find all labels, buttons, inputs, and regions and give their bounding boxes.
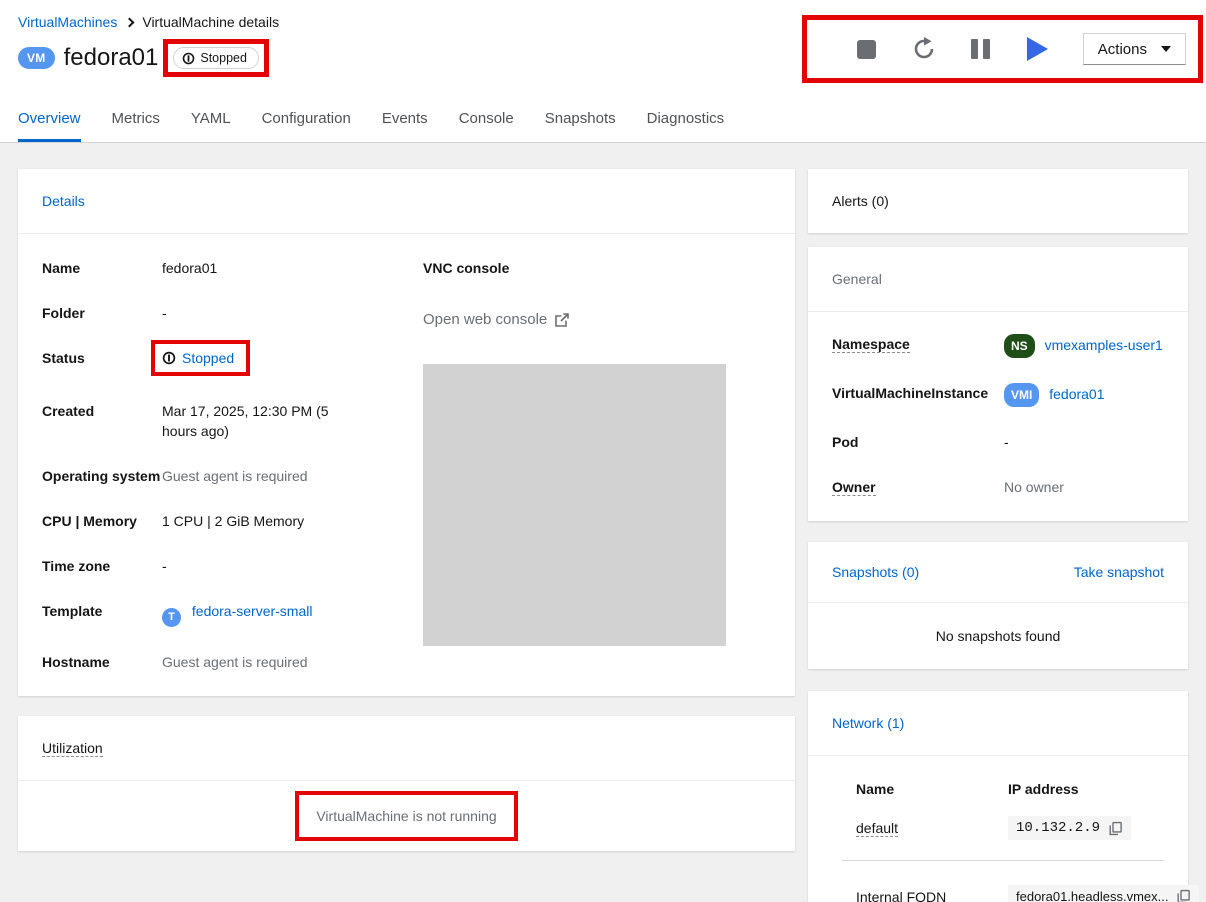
tab-console[interactable]: Console [459, 100, 514, 142]
network-card: Network (1) Name IP address default 10.1… [808, 691, 1188, 902]
general-title: General [832, 271, 882, 287]
internal-fqdn-label: Internal FQDN [856, 888, 1008, 902]
right-column: Alerts (0) General Namespace NS vmexampl… [808, 169, 1188, 902]
breadcrumb-current: VirtualMachine details [142, 14, 279, 30]
tab-overview[interactable]: Overview [18, 100, 81, 142]
owner-value: No owner [1004, 477, 1164, 497]
external-link-icon [554, 312, 570, 328]
actions-dropdown-label: Actions [1098, 41, 1147, 58]
vnc-preview-placeholder[interactable] [423, 364, 726, 646]
tab-configuration[interactable]: Configuration [262, 100, 351, 142]
off-icon [182, 52, 195, 65]
actions-dropdown-button[interactable]: Actions [1083, 33, 1186, 65]
details-list: Name fedora01 Folder - Status [42, 258, 405, 672]
vnc-console-section: VNC console Open web console [405, 258, 771, 672]
network-name-header: Name [856, 780, 1008, 798]
annotation-box-details-status: Stopped [151, 340, 250, 376]
pod-label: Pod [832, 432, 1004, 452]
namespace-badge: NS [1004, 334, 1035, 358]
restart-icon [912, 37, 936, 61]
vmi-badge: VMI [1004, 383, 1039, 407]
general-row-namespace: Namespace NS vmexamples-user1 [832, 334, 1164, 358]
vm-status-badge[interactable]: Stopped [173, 47, 259, 69]
template-badge: T [162, 608, 181, 627]
copy-icon [1108, 821, 1123, 836]
network-ip-header: IP address [1008, 780, 1079, 798]
interface-name-link[interactable]: default [856, 820, 898, 837]
detail-row-created: Created Mar 17, 2025, 12:30 PM (5 hours … [42, 401, 405, 441]
detail-row-hostname: Hostname Guest agent is required [42, 652, 405, 672]
details-status-link[interactable]: Stopped [182, 348, 234, 368]
network-table-header: Name IP address [856, 780, 1164, 798]
breadcrumb-virtualmachines-link[interactable]: VirtualMachines [18, 14, 117, 30]
copy-ip-button[interactable] [1108, 821, 1123, 836]
stop-icon [857, 40, 876, 59]
restart-vm-button[interactable] [912, 36, 936, 62]
detail-row-template: Template T fedora-server-small [42, 601, 405, 627]
detail-row-status: Status Stopped [42, 348, 405, 376]
detail-row-cpu-memory: CPU | Memory 1 CPU | 2 GiB Memory [42, 511, 405, 531]
divider [842, 860, 1164, 861]
owner-label[interactable]: Owner [832, 479, 876, 496]
pause-vm-button[interactable] [969, 36, 993, 62]
pod-value: - [1004, 432, 1164, 452]
utilization-title[interactable]: Utilization [42, 740, 103, 757]
network-interface-row: default 10.132.2.9 [856, 816, 1164, 840]
chevron-down-icon [1161, 46, 1171, 52]
take-snapshot-link[interactable]: Take snapshot [1074, 564, 1164, 580]
tab-diagnostics[interactable]: Diagnostics [647, 100, 725, 142]
detail-row-os: Operating system Guest agent is required [42, 466, 405, 486]
detail-row-timezone: Time zone - [42, 556, 405, 576]
utilization-card: Utilization VirtualMachine is not runnin… [18, 716, 795, 851]
annotation-box-not-running: VirtualMachine is not running [295, 791, 517, 841]
overview-content: Details Name fedora01 Folder - Status [0, 143, 1206, 902]
details-title-link[interactable]: Details [42, 193, 85, 209]
copy-fqdn-button[interactable] [1176, 889, 1191, 902]
open-web-console-link[interactable]: Open web console [423, 311, 570, 328]
alerts-title[interactable]: Alerts (0) [832, 193, 889, 209]
left-column: Details Name fedora01 Folder - Status [18, 169, 795, 851]
start-vm-button[interactable] [1026, 36, 1050, 62]
general-row-owner: Owner No owner [832, 477, 1164, 497]
snapshots-title-link[interactable]: Snapshots (0) [832, 564, 919, 580]
off-icon [162, 351, 176, 365]
pause-icon [971, 39, 990, 59]
internal-fqdn-value: fedora01.headless.vmex... [1016, 889, 1168, 902]
tab-yaml[interactable]: YAML [191, 100, 231, 142]
annotation-box-header-status: Stopped [163, 39, 269, 77]
stop-vm-button[interactable] [855, 36, 879, 62]
general-card: General Namespace NS vmexamples-user1 Vi… [808, 247, 1188, 521]
play-icon [1027, 37, 1048, 61]
detail-row-name: Name fedora01 [42, 258, 405, 278]
vm-status-badge-label: Stopped [200, 51, 247, 65]
tab-snapshots[interactable]: Snapshots [545, 100, 616, 142]
snapshots-card: Snapshots (0) Take snapshot No snapshots… [808, 542, 1188, 669]
page-header: VirtualMachines VirtualMachine details V… [0, 0, 1206, 100]
tab-metrics[interactable]: Metrics [112, 100, 160, 142]
copy-icon [1176, 889, 1191, 902]
internal-fqdn-row: Internal FQDN fedora01.headless.vmex... [856, 885, 1164, 902]
tabs-bar: Overview Metrics YAML Configuration Even… [0, 100, 1206, 143]
network-title-link[interactable]: Network (1) [832, 715, 904, 731]
vm-kind-badge: VM [18, 47, 55, 69]
namespace-link[interactable]: vmexamples-user1 [1045, 337, 1163, 353]
general-row-vmi: VirtualMachineInstance VMI fedora01 [832, 383, 1164, 407]
vnc-console-title: VNC console [423, 258, 771, 278]
vm-not-running-message: VirtualMachine is not running [316, 808, 496, 824]
vmi-label: VirtualMachineInstance [832, 383, 1004, 407]
annotation-box-actions-toolbar: Actions [802, 15, 1203, 83]
no-snapshots-message: No snapshots found [936, 628, 1061, 644]
vmi-link[interactable]: fedora01 [1049, 386, 1104, 402]
details-card: Details Name fedora01 Folder - Status [18, 169, 795, 696]
breadcrumb-chevron-icon [125, 18, 135, 28]
page-title: fedora01 [64, 44, 159, 72]
namespace-label[interactable]: Namespace [832, 336, 910, 353]
tab-events[interactable]: Events [382, 100, 428, 142]
alerts-card: Alerts (0) [808, 169, 1188, 233]
general-row-pod: Pod - [832, 432, 1164, 452]
detail-row-folder: Folder - [42, 303, 405, 323]
ip-address-value: 10.132.2.9 [1016, 820, 1100, 836]
template-link[interactable]: fedora-server-small [192, 603, 313, 619]
